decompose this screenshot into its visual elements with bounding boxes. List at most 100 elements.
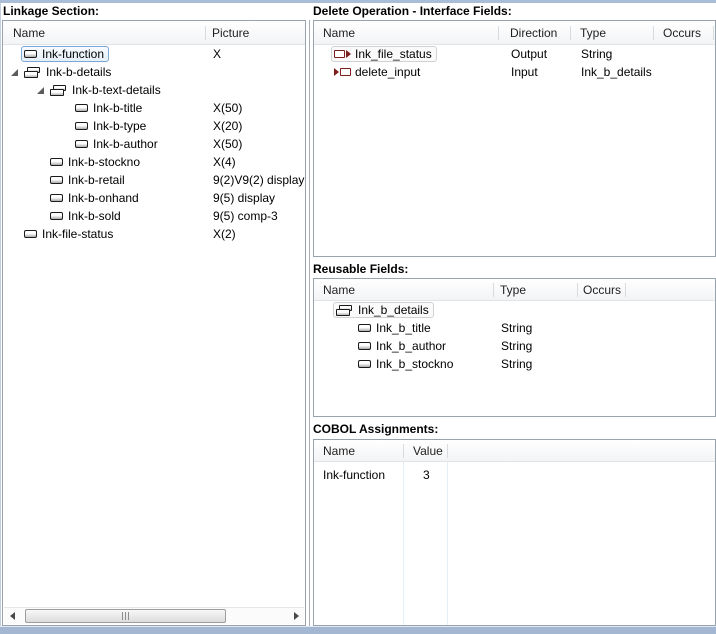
- picture-cell: 9(5) comp-3: [213, 207, 278, 225]
- tree-item-label: Ink-b-title: [93, 101, 142, 115]
- direction-cell: Input: [511, 63, 538, 81]
- picture-cell: X(4): [213, 153, 236, 171]
- tree-row-Ink-b-onhand[interactable]: Ink-b-onhand 9(5) display: [4, 189, 304, 207]
- tree-item-label: Ink-b-onhand: [68, 191, 139, 205]
- field-icon: [24, 50, 37, 58]
- cobol-assignment-row-Ink-function[interactable]: Ink-function 3: [315, 466, 714, 484]
- reusable-row-Ink_b_title[interactable]: Ink_b_title String: [315, 319, 714, 337]
- interface-field-label: delete_input: [355, 65, 420, 79]
- column-header-value[interactable]: Value: [413, 440, 443, 461]
- column-gridline: [403, 462, 404, 625]
- field-icon: [358, 360, 371, 368]
- tree-item-label: Ink-b-sold: [68, 209, 121, 223]
- window-top-edge: [0, 0, 716, 3]
- twistie-spacer: [59, 137, 72, 151]
- picture-cell: X(20): [213, 117, 242, 135]
- linkage-table-header: Name Picture: [3, 21, 305, 45]
- name-cell: Ink-function: [323, 466, 385, 484]
- tree-row-Ink-file-status[interactable]: Ink-file-status X(2): [4, 225, 304, 243]
- field-icon: [358, 342, 371, 350]
- field-icon: [75, 104, 88, 112]
- reusable-row-Ink_b_author[interactable]: Ink_b_author String: [315, 337, 714, 355]
- twistie-spacer: [8, 227, 21, 241]
- tree-row-Ink-b-retail[interactable]: Ink-b-retail 9(2)V9(2) display: [4, 171, 304, 189]
- group-icon: [24, 67, 41, 78]
- picture-cell: 9(2)V9(2) display: [213, 171, 304, 189]
- twistie-spacer: [34, 191, 47, 205]
- cobol-table-header: Name Value: [314, 440, 715, 462]
- column-separator: [205, 26, 206, 40]
- reusable-fields-table: Name Type Occurs Ink_b_details Ink_b_tit…: [313, 278, 716, 417]
- expanded-twistie-icon[interactable]: [8, 65, 21, 79]
- column-header-occurs[interactable]: Occurs: [663, 21, 701, 44]
- interface-field-label: Ink_file_status: [355, 47, 432, 61]
- tree-row-Ink-b-title[interactable]: Ink-b-title X(50): [4, 99, 304, 117]
- output-field-icon: [334, 50, 351, 58]
- value-cell[interactable]: 3: [423, 466, 430, 484]
- window-bottom-edge: [0, 626, 716, 634]
- twistie-spacer: [34, 155, 47, 169]
- reusable-field-label: Ink_b_details: [358, 303, 429, 317]
- field-icon: [50, 212, 63, 220]
- tree-item-label: Ink-function: [42, 47, 104, 61]
- type-cell: String: [581, 45, 612, 63]
- tree-row-Ink-b-sold[interactable]: Ink-b-sold 9(5) comp-3: [4, 207, 304, 225]
- panel-divider[interactable]: [309, 20, 310, 626]
- direction-cell: Output: [511, 45, 547, 63]
- tree-row-Ink-b-stockno[interactable]: Ink-b-stockno X(4): [4, 153, 304, 171]
- column-header-picture[interactable]: Picture: [212, 21, 249, 44]
- scroll-right-arrow-icon[interactable]: [288, 608, 304, 624]
- expanded-twistie-icon[interactable]: [34, 83, 47, 97]
- column-header-name[interactable]: Name: [323, 440, 355, 461]
- linkage-section-title: Linkage Section:: [3, 4, 99, 18]
- column-header-name[interactable]: Name: [13, 21, 45, 44]
- scroll-left-arrow-icon[interactable]: [4, 608, 20, 624]
- column-header-type[interactable]: Type: [500, 279, 526, 300]
- reusable-row-Ink_b_stockno[interactable]: Ink_b_stockno String: [315, 355, 714, 373]
- twistie-spacer: [59, 119, 72, 133]
- twistie-spacer: [59, 101, 72, 115]
- column-header-direction[interactable]: Direction: [510, 21, 557, 44]
- group-icon: [50, 85, 67, 96]
- field-icon: [358, 324, 371, 332]
- reusable-table-header: Name Type Occurs: [314, 279, 715, 301]
- interface-field-row-delete_input[interactable]: delete_input Input Ink_b_details: [315, 63, 714, 81]
- group-icon: [336, 305, 353, 316]
- picture-cell: X(50): [213, 135, 242, 153]
- tree-row-Ink-b-type[interactable]: Ink-b-type X(20): [4, 117, 304, 135]
- interface-table-header: Name Direction Type Occurs: [314, 21, 715, 45]
- column-header-name[interactable]: Name: [323, 21, 355, 44]
- column-header-type[interactable]: Type: [580, 21, 606, 44]
- selected-item: Ink_file_status: [331, 46, 437, 62]
- reusable-row-Ink_b_details[interactable]: Ink_b_details: [315, 301, 714, 319]
- picture-cell: X(50): [213, 99, 242, 117]
- column-header-occurs[interactable]: Occurs: [583, 279, 621, 300]
- cobol-assignments-title: COBOL Assignments:: [313, 422, 438, 436]
- tree-item-label: Ink-b-details: [46, 65, 111, 79]
- picture-cell: X: [213, 45, 221, 63]
- tree-row-Ink-b-details[interactable]: Ink-b-details: [4, 63, 304, 81]
- cobol-assignments-table: Name Value Ink-function 3: [313, 439, 716, 626]
- column-gridline: [447, 462, 448, 625]
- scrollbar-thumb[interactable]: [25, 609, 226, 623]
- tree-item-label: Ink-b-stockno: [68, 155, 140, 169]
- column-header-name[interactable]: Name: [323, 279, 355, 300]
- reusable-field-label: Ink_b_stockno: [376, 357, 453, 371]
- twistie-spacer: [8, 47, 21, 61]
- twistie-spacer: [34, 209, 47, 223]
- type-cell: Ink_b_details: [581, 63, 652, 81]
- selected-item: Ink-function: [21, 46, 109, 62]
- tree-item-label: Ink-b-author: [93, 137, 158, 151]
- interface-field-row-Ink_file_status[interactable]: Ink_file_status Output String: [315, 45, 714, 63]
- window-left-edge: [0, 3, 1, 626]
- tree-row-Ink-function[interactable]: Ink-function X: [4, 45, 304, 63]
- field-icon: [50, 176, 63, 184]
- horizontal-scrollbar[interactable]: [4, 607, 304, 624]
- twistie-spacer: [34, 173, 47, 187]
- tree-row-Ink-b-text-details[interactable]: Ink-b-text-details: [4, 81, 304, 99]
- type-cell: String: [501, 319, 532, 337]
- reusable-fields-title: Reusable Fields:: [313, 262, 408, 276]
- linkage-tree-table: Name Picture Ink-function X Ink-b-detail…: [2, 20, 306, 626]
- tree-row-Ink-b-author[interactable]: Ink-b-author X(50): [4, 135, 304, 153]
- reusable-field-label: Ink_b_title: [376, 321, 431, 335]
